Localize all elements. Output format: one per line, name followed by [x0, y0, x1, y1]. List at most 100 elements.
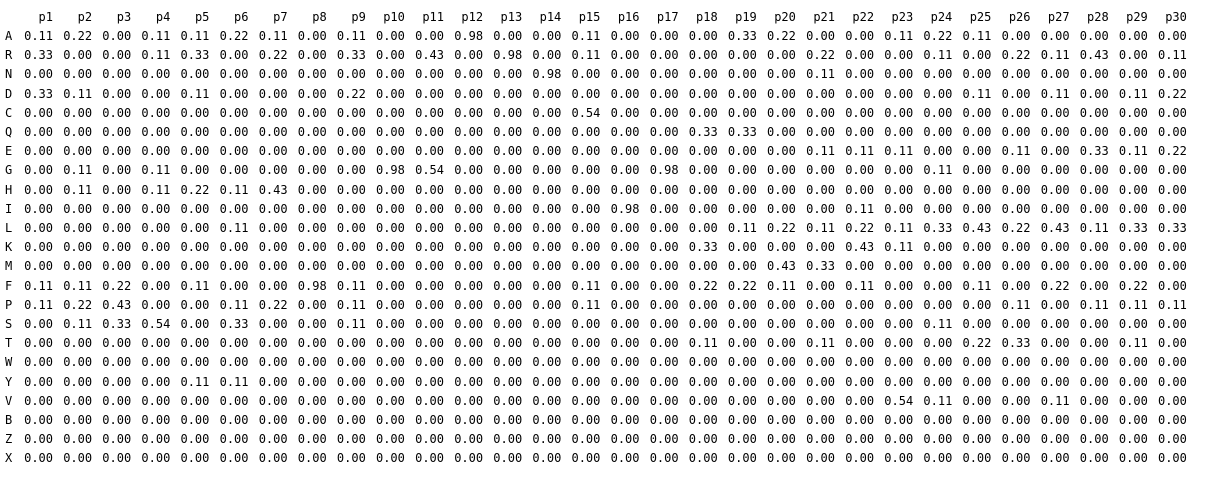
matrix-cell: 0.54	[415, 163, 444, 178]
matrix-cell: 0.00	[454, 182, 484, 197]
matrix-cell: 0.43	[1040, 221, 1070, 235]
matrix-cell: 0.00	[845, 48, 875, 63]
matrix-cell: 0.00	[1040, 355, 1070, 370]
matrix-cell: 0.11	[141, 48, 171, 63]
column-header: p17	[656, 10, 679, 24]
matrix-cell: 0.00	[962, 317, 992, 331]
matrix-cell: 0.00	[415, 182, 444, 197]
matrix-cell: 0.00	[24, 259, 53, 274]
matrix-cell: 0.00	[884, 48, 914, 63]
matrix-cell: 0.00	[532, 317, 562, 331]
matrix-cell: 0.00	[102, 201, 132, 216]
matrix-cell: 0.00	[24, 336, 53, 351]
matrix-cell: 0.00	[1001, 393, 1031, 408]
matrix-cell: 0.00	[219, 451, 249, 466]
matrix-cell: 0.00	[63, 374, 93, 389]
matrix-cell: 0.11	[806, 221, 835, 235]
matrix-cell: 0.00	[884, 259, 914, 274]
matrix-cell: 0.00	[571, 374, 601, 389]
matrix-cell: 0.00	[375, 105, 405, 120]
probability-matrix-output: p1 p2 p3 p4 p5 p6 p7 p8 p9 p10 p11 p12 p13 p14 p15 p16 p…	[0, 0, 1217, 484]
matrix-cell: 0.00	[297, 125, 327, 139]
matrix-cell: 0.22	[1040, 278, 1070, 293]
matrix-cell: 0.00	[688, 48, 718, 63]
matrix-cell: 0.00	[102, 86, 132, 101]
matrix-cell: 0.00	[727, 86, 757, 101]
matrix-cell: 0.00	[258, 413, 288, 427]
matrix-cell: 0.00	[649, 86, 679, 101]
matrix-cell: 0.11	[219, 374, 249, 389]
matrix-cell: 0.33	[336, 48, 366, 63]
matrix-cell: 0.00	[688, 355, 718, 370]
matrix-cell: 0.00	[610, 317, 640, 331]
matrix-cell: 0.00	[727, 182, 757, 197]
matrix-cell: 0.00	[180, 317, 210, 331]
matrix-cell: 0.00	[375, 374, 405, 389]
matrix-cell: 0.54	[571, 105, 601, 120]
matrix-cell: 0.00	[962, 393, 992, 408]
matrix-cell: 0.00	[571, 259, 601, 274]
column-header: p7	[273, 10, 288, 24]
matrix-cell: 0.33	[727, 125, 757, 139]
matrix-cell: 0.00	[806, 29, 835, 43]
matrix-cell: 0.00	[375, 240, 405, 255]
matrix-cell: 0.00	[336, 451, 366, 466]
matrix-cell: 0.00	[571, 355, 601, 370]
matrix-cell: 0.00	[102, 393, 132, 408]
matrix-cell: 0.00	[141, 297, 171, 312]
matrix-cell: 0.00	[454, 374, 484, 389]
matrix-cell: 0.00	[845, 355, 875, 370]
matrix-cell: 0.00	[454, 451, 484, 466]
matrix-cell: 0.00	[493, 336, 523, 351]
matrix-cell: 0.11	[884, 221, 914, 235]
matrix-cell: 0.00	[649, 125, 679, 139]
matrix-cell: 0.00	[1001, 182, 1031, 197]
matrix-cell: 0.00	[1040, 125, 1070, 139]
matrix-cell: 0.11	[180, 86, 210, 101]
matrix-cell: 0.00	[1118, 374, 1148, 389]
matrix-cell: 0.00	[454, 67, 484, 82]
matrix-cell: 0.00	[884, 451, 914, 466]
matrix-cell: 0.00	[766, 144, 796, 159]
matrix-cell: 0.00	[962, 201, 992, 216]
matrix-cell: 0.00	[1157, 163, 1187, 178]
matrix-cell: 0.00	[63, 355, 93, 370]
matrix-cell: 0.00	[180, 221, 210, 235]
matrix-cell: 0.22	[258, 48, 288, 63]
matrix-cell: 0.22	[688, 278, 718, 293]
matrix-cell: 0.00	[845, 125, 875, 139]
matrix-cell: 0.00	[415, 67, 444, 82]
matrix-cell: 0.00	[297, 413, 327, 427]
matrix-cell: 0.00	[806, 86, 835, 101]
matrix-cell: 0.00	[532, 297, 562, 312]
matrix-cell: 0.00	[884, 125, 914, 139]
matrix-cell: 0.00	[688, 105, 718, 120]
matrix-cell: 0.00	[923, 451, 953, 466]
matrix-cell: 0.00	[688, 182, 718, 197]
matrix-cell: 0.00	[610, 144, 640, 159]
matrix-cell: 0.00	[727, 105, 757, 120]
matrix-cell: 0.00	[63, 105, 93, 120]
matrix-cell: 0.00	[1040, 163, 1070, 178]
matrix-cell: 0.33	[806, 259, 835, 274]
matrix-cell: 0.00	[375, 432, 405, 447]
matrix-cell: 0.00	[102, 374, 132, 389]
matrix-cell: 0.00	[610, 432, 640, 447]
matrix-cell: 0.00	[415, 201, 444, 216]
matrix-cell: 0.00	[923, 105, 953, 120]
matrix-cell: 0.00	[571, 163, 601, 178]
matrix-cell: 0.11	[24, 278, 53, 293]
matrix-cell: 0.00	[1079, 393, 1109, 408]
matrix-cell: 0.11	[219, 182, 249, 197]
matrix-cell: 0.00	[532, 278, 562, 293]
matrix-cell: 0.00	[1001, 451, 1031, 466]
matrix-cell: 0.00	[258, 278, 288, 293]
matrix-cell: 0.00	[1118, 125, 1148, 139]
matrix-cell: 0.00	[336, 201, 366, 216]
matrix-cell: 0.00	[1118, 29, 1148, 43]
matrix-cell: 0.00	[962, 125, 992, 139]
matrix-cell: 0.00	[336, 182, 366, 197]
matrix-cell: 0.00	[415, 144, 444, 159]
matrix-cell: 0.00	[415, 259, 444, 274]
matrix-cell: 0.00	[688, 413, 718, 427]
